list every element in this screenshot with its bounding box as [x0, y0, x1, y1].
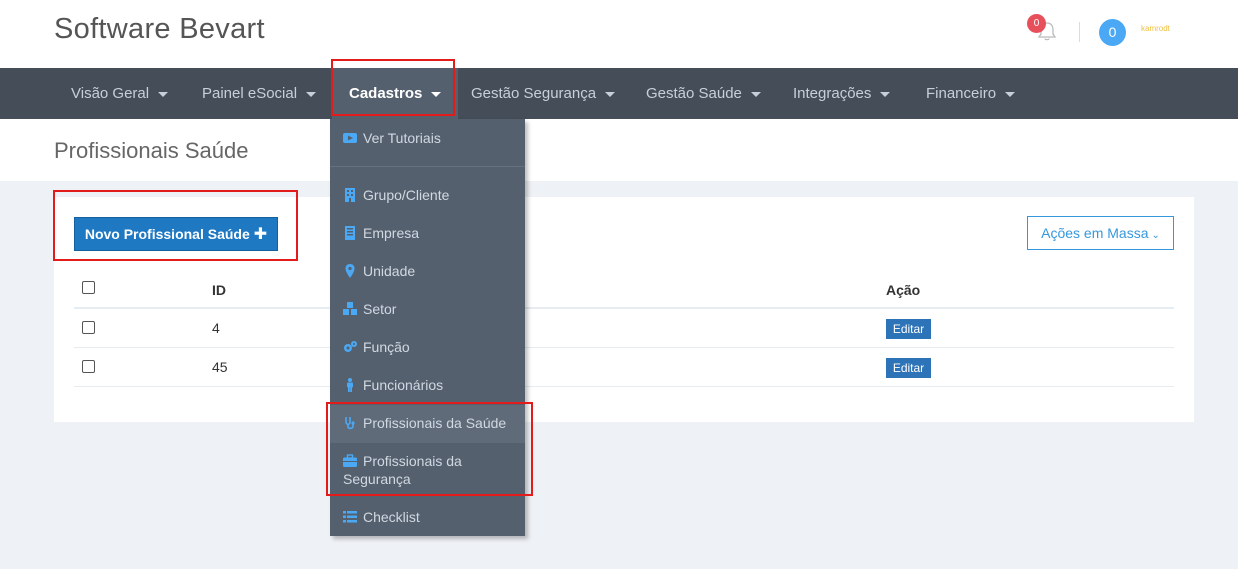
plus-icon: ✚: [253, 226, 268, 243]
building-icon: [345, 188, 355, 202]
mass-actions-label: Ações em Massa: [1041, 225, 1149, 241]
menu-item-unidade[interactable]: Unidade: [330, 262, 525, 280]
menu-divider: [330, 166, 525, 167]
app-title[interactable]: Software Bevart: [54, 13, 265, 46]
caret-down-icon: [605, 91, 616, 97]
menu-item-ver-tutoriais[interactable]: Ver Tutoriais: [330, 129, 525, 147]
map-marker-icon: [345, 264, 355, 278]
menu-item-checklist[interactable]: Checklist: [330, 508, 525, 526]
menu-item-label: Grupo/Cliente: [363, 187, 450, 203]
nav-item-label: Integrações: [793, 85, 872, 102]
menu-item-funcao[interactable]: Função: [330, 338, 525, 356]
nav-item-label: Financeiro: [926, 85, 997, 102]
video-icon: [343, 133, 357, 143]
edit-button[interactable]: Editar: [886, 358, 931, 378]
row-checkbox[interactable]: [82, 321, 95, 334]
caret-down-icon: [1005, 91, 1016, 97]
caret-down-icon: [750, 91, 761, 97]
nav-item-gestao-seguranca[interactable]: Gestão Segurança: [471, 68, 616, 119]
cogs-icon: [344, 341, 357, 352]
building-icon: [345, 226, 355, 240]
content-panel: Novo Profissional Saúde ✚ Ações em Massa ⌄…: [54, 197, 1194, 422]
nav-item-label: Cadastros: [349, 85, 423, 102]
page-title: Profissionais Saúde: [54, 138, 249, 163]
nav-item-integracoes[interactable]: Integrações: [793, 68, 891, 119]
menu-item-grupo-cliente[interactable]: Grupo/Cliente: [330, 186, 525, 204]
nav-item-label: Visão Geral: [71, 85, 150, 102]
menu-item-profissionais-saude[interactable]: Profissionais da Saúde: [330, 405, 525, 443]
cadastros-dropdown-menu: Ver Tutoriais Grupo/Cliente Empresa Unid…: [330, 119, 525, 536]
caret-down-icon: [431, 91, 442, 97]
stethoscope-icon: [345, 417, 355, 430]
chevron-down-icon: ⌄: [1151, 230, 1160, 241]
column-header-id: ID: [212, 282, 226, 298]
new-professional-label: Novo Profissional Saúde: [84, 226, 250, 242]
professionals-table: ID Ação 4 Editar 45 Editar: [74, 269, 1174, 387]
table-row: 4 Editar: [74, 309, 1174, 348]
nav-item-visao-geral[interactable]: Visão Geral: [71, 68, 169, 119]
menu-item-label: Funcionários: [363, 377, 444, 393]
user-name[interactable]: kamrodt: [1141, 24, 1170, 33]
menu-item-label: Profissionais da Segurança: [343, 453, 462, 487]
nav-item-label: Gestão Saúde: [646, 85, 742, 102]
menu-item-label: Setor: [363, 301, 397, 317]
menu-item-label: Checklist: [363, 509, 420, 525]
caret-down-icon: [306, 91, 317, 97]
menu-item-label: Função: [363, 339, 410, 355]
menu-item-funcionarios[interactable]: Funcionários: [330, 376, 525, 394]
nav-item-gestao-saude[interactable]: Gestão Saúde: [646, 68, 761, 119]
table-header-row: ID Ação: [74, 269, 1174, 309]
top-header: Software Bevart 0 0 kamrodt: [0, 0, 1238, 68]
briefcase-icon: [343, 454, 357, 467]
mass-actions-button[interactable]: Ações em Massa ⌄: [1027, 216, 1174, 250]
select-all-checkbox[interactable]: [82, 281, 95, 294]
header-divider: [1079, 22, 1080, 42]
row-id: 45: [212, 359, 228, 375]
table-row: 45 Editar: [74, 348, 1174, 387]
menu-item-label: Profissionais da Saúde: [363, 415, 507, 431]
nav-item-cadastros[interactable]: Cadastros: [332, 68, 459, 119]
menu-item-label: Unidade: [363, 263, 416, 279]
nav-item-label: Gestão Segurança: [471, 85, 597, 102]
edit-button[interactable]: Editar: [886, 319, 931, 339]
nav-item-painel-esocial[interactable]: Painel eSocial: [202, 68, 317, 119]
menu-item-profissionais-seguranca[interactable]: Profissionais da Segurança: [330, 452, 525, 488]
menu-item-setor[interactable]: Setor: [330, 300, 525, 318]
cubes-icon: [343, 302, 357, 315]
page-title-bar: Profissionais Saúde: [0, 119, 1238, 181]
nav-item-label: Painel eSocial: [202, 85, 298, 102]
person-icon: [347, 378, 353, 392]
caret-down-icon: [880, 91, 891, 97]
row-checkbox[interactable]: [82, 360, 95, 373]
user-avatar[interactable]: 0: [1099, 19, 1126, 46]
notification-badge: 0: [1027, 14, 1046, 33]
list-icon: [343, 511, 357, 523]
row-id: 4: [212, 320, 220, 336]
nav-item-financeiro[interactable]: Financeiro: [926, 68, 1016, 119]
menu-item-label: Empresa: [363, 225, 420, 241]
column-header-action: Ação: [886, 282, 921, 298]
caret-down-icon: [158, 91, 169, 97]
new-professional-button[interactable]: Novo Profissional Saúde ✚: [74, 217, 278, 251]
main-nav: Visão Geral Painel eSocial Cadastros Ges…: [0, 68, 1238, 119]
menu-item-label: Ver Tutoriais: [363, 130, 441, 146]
menu-item-empresa[interactable]: Empresa: [330, 224, 525, 242]
